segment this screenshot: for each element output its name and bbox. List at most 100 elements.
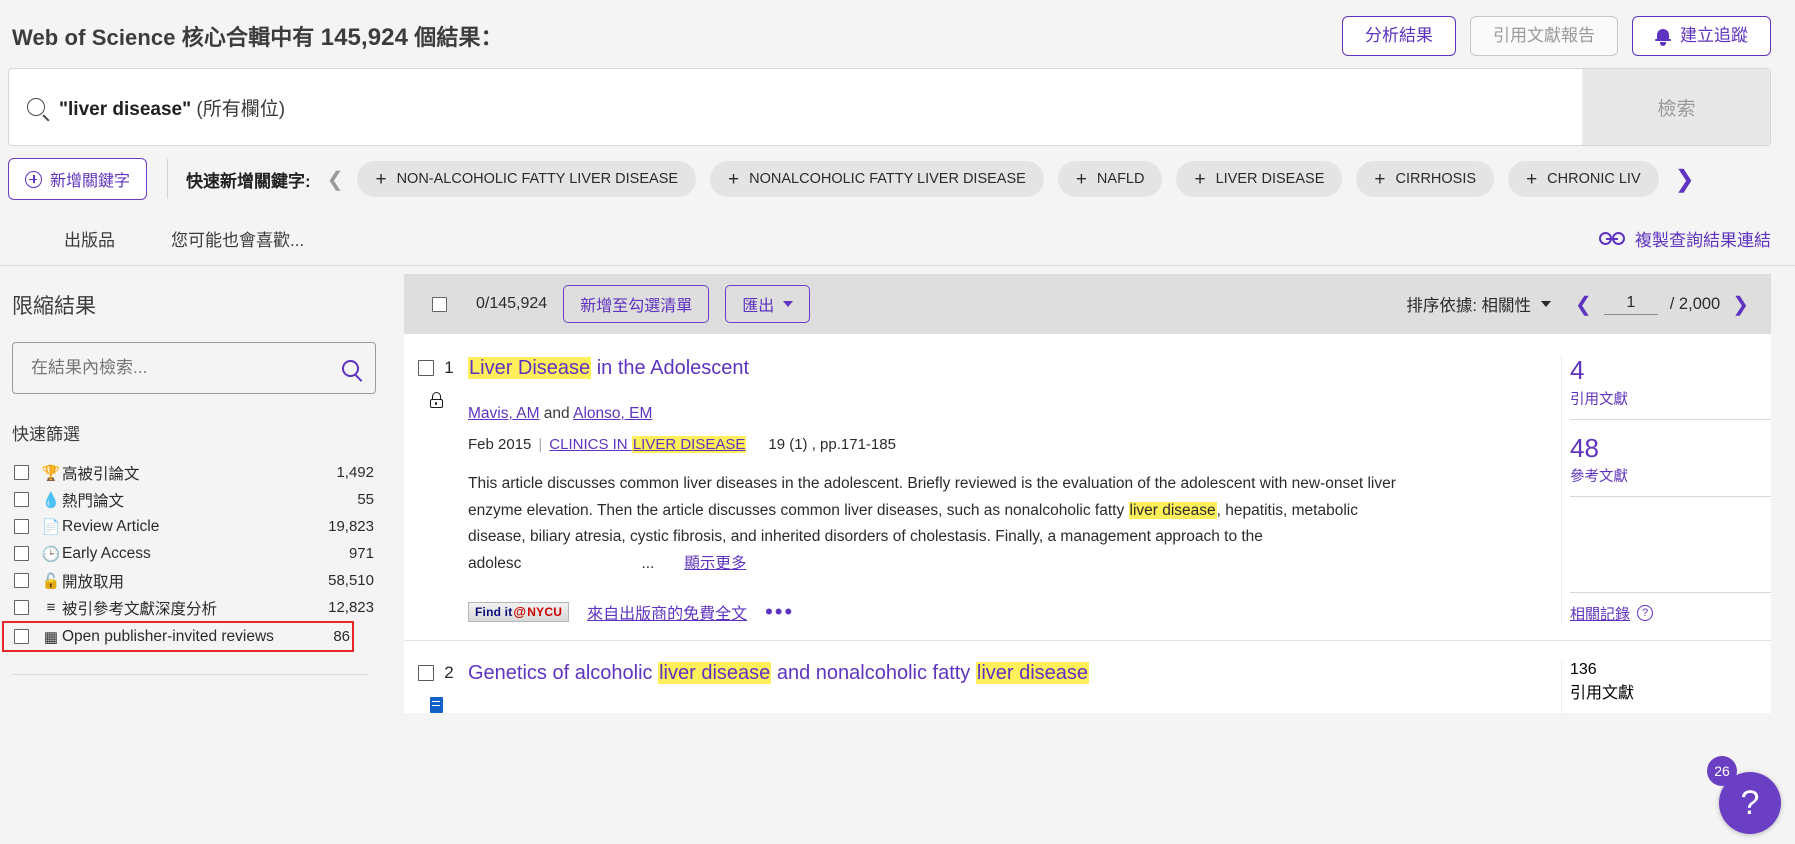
page-number-input[interactable] <box>1603 293 1658 315</box>
checkbox[interactable] <box>14 519 29 534</box>
citations-count[interactable]: 136 <box>1570 661 1771 679</box>
record-actions: Find it @ NYCU 來自出版商的免費全文 ••• <box>468 600 1535 624</box>
filter-count: 12,823 <box>328 599 374 616</box>
record-title-link[interactable]: Genetics of alcoholic liver disease and … <box>468 661 1535 686</box>
export-button[interactable]: 匯出 <box>725 285 811 323</box>
page-body: 限縮結果 快速篩選 🏆 高被引論文 1,492 💧 熱門論文 55 <box>0 266 1795 820</box>
references-label[interactable]: 參考文獻 <box>1570 465 1771 486</box>
next-page-icon[interactable]: ❯ <box>1732 292 1749 317</box>
result-count: 145,924 <box>320 24 409 51</box>
journal-link[interactable]: CLINICS IN LIVER DISEASE <box>549 436 747 453</box>
analyze-results-button[interactable]: 分析結果 <box>1342 15 1456 57</box>
filter-highly-cited-papers[interactable]: 🏆 高被引論文 1,492 <box>12 459 376 486</box>
toolbar-right: 排序依據: 相關性 ❮ / 2,000 ❯ <box>1406 292 1749 317</box>
checkbox[interactable] <box>14 573 29 588</box>
citations-label[interactable]: 引用文獻 <box>1570 388 1771 409</box>
keyword-chip[interactable]: + CHRONIC LIV <box>1508 161 1659 197</box>
at-icon: @ <box>513 604 527 620</box>
record-main: Liver Disease in the Adolescent Mavis, A… <box>468 356 1561 624</box>
add-to-marked-list-button[interactable]: 新增至勾選清單 <box>563 285 710 323</box>
citations-label[interactable]: 引用文獻 <box>1570 679 1771 703</box>
findit-label: Find it <box>475 604 513 619</box>
keyword-chip[interactable]: + NONALCOHOLIC FATTY LIVER DISEASE <box>710 161 1044 197</box>
filter-enriched-cited-references[interactable]: ≡ 被引參考文獻深度分析 12,823 <box>12 594 376 621</box>
record-title-link[interactable]: Liver Disease in the Adolescent <box>468 356 1535 381</box>
checkbox[interactable] <box>14 600 29 615</box>
record-authors: Mavis, AM and Alonso, EM <box>468 405 1535 423</box>
free-full-text-link[interactable]: 來自出版商的免費全文 <box>587 600 747 624</box>
select-all-checkbox[interactable] <box>432 296 447 312</box>
document-icon <box>429 696 443 713</box>
record-left-column: 1 <box>404 356 468 624</box>
filter-label: Open publisher-invited reviews <box>62 627 274 645</box>
record-title-highlight: liver disease <box>975 661 1090 684</box>
search-input[interactable]: "liver disease" (所有欄位) <box>9 69 1582 145</box>
chips-scroll-left-icon[interactable]: ❮ <box>327 167 344 192</box>
link-icon <box>1599 232 1625 245</box>
author-link[interactable]: Mavis, AM <box>468 405 539 422</box>
quick-filter-list: 🏆 高被引論文 1,492 💧 熱門論文 55 📄 Review Article… <box>2 459 376 652</box>
tab-publications[interactable]: 出版品 <box>64 226 115 265</box>
citation-report-button[interactable]: 引用文獻報告 <box>1470 15 1618 57</box>
checkbox[interactable] <box>14 465 29 480</box>
help-icon[interactable]: ? <box>1637 605 1654 622</box>
sort-dropdown[interactable]: 排序依據: 相關性 <box>1406 292 1551 316</box>
references-count[interactable]: 48 <box>1570 433 1771 463</box>
chips-scroll-right-icon[interactable]: ❯ <box>1675 165 1695 194</box>
author-link[interactable]: Alonso, EM <box>573 405 652 422</box>
filter-label: 開放取用 <box>62 573 125 591</box>
checkbox[interactable] <box>14 629 29 644</box>
related-records-link[interactable]: 相關記錄 <box>1570 603 1630 624</box>
keyword-chip[interactable]: + LIVER DISEASE <box>1176 161 1343 197</box>
record-title-highlight: liver disease <box>658 661 772 684</box>
abstract-ellipsis: ... <box>641 554 655 572</box>
flame-icon: 💧 <box>41 491 61 509</box>
filter-review-article[interactable]: 📄 Review Article 19,823 <box>12 513 376 540</box>
keyword-chip[interactable]: + NAFLD <box>1057 161 1163 197</box>
record-checkbox[interactable] <box>418 360 435 376</box>
refine-search-box[interactable] <box>12 342 376 394</box>
keyword-chip[interactable]: + CIRRHOSIS <box>1356 161 1495 197</box>
previous-page-icon[interactable]: ❮ <box>1575 292 1592 317</box>
record-title-highlight: Liver Disease <box>468 357 592 379</box>
checkbox[interactable] <box>14 546 29 561</box>
open-lock-icon: 🔓 <box>41 572 61 590</box>
checkbox[interactable] <box>14 492 29 507</box>
filter-early-access[interactable]: 🕒 Early Access 971 <box>12 540 376 567</box>
search-submit-button[interactable]: 檢索 <box>1582 69 1770 145</box>
refine-search-input[interactable] <box>29 357 342 379</box>
filter-label: 高被引論文 <box>62 465 140 483</box>
find-it-at-nycu-button[interactable]: Find it @ NYCU <box>468 601 570 622</box>
search-query-field: (所有欄位) <box>191 98 286 120</box>
tab-you-may-also-like[interactable]: 您可能也會喜歡... <box>171 226 304 265</box>
clock-icon: 🕒 <box>41 545 61 563</box>
search-bar[interactable]: "liver disease" (所有欄位) 檢索 <box>8 68 1771 146</box>
filter-open-publisher-invited-reviews[interactable]: ▦ Open publisher-invited reviews 86 <box>2 621 354 652</box>
filter-label: 被引參考文獻深度分析 <box>62 600 218 618</box>
keyword-suggestions-row: 新增關鍵字 快速新增關鍵字: ❮ + NON-ALCOHOLIC FATTY LI… <box>0 146 1795 212</box>
result-count-suffix: 個結果： <box>408 25 503 50</box>
search-icon <box>27 98 45 116</box>
bell-icon <box>1655 28 1671 46</box>
author-join: and <box>539 405 574 422</box>
enriched-cited-references-icon: ≡ <box>46 599 56 616</box>
copy-query-link-button[interactable]: 複製查詢結果連結 <box>1599 226 1771 265</box>
search-icon[interactable] <box>342 359 359 377</box>
record-checkbox[interactable] <box>418 664 435 681</box>
filter-hot-papers[interactable]: 💧 熱門論文 55 <box>12 486 376 513</box>
show-more-link[interactable]: 顯示更多 <box>684 555 746 572</box>
add-keyword-button[interactable]: 新增關鍵字 <box>8 158 148 200</box>
result-record: 2 Genetics of alcoholic liver disease an… <box>404 640 1771 713</box>
create-alert-button[interactable]: 建立追蹤 <box>1632 15 1771 57</box>
filter-label: Review Article <box>62 517 160 535</box>
open-lock-icon <box>429 392 443 408</box>
more-options-icon[interactable]: ••• <box>765 601 794 623</box>
record-title-rest: in the Adolescent <box>591 357 750 379</box>
plus-icon: + <box>1194 168 1206 190</box>
filter-open-access[interactable]: 🔓 開放取用 58,510 <box>12 567 376 594</box>
keyword-chip[interactable]: + NON-ALCOHOLIC FATTY LIVER DISEASE <box>357 161 697 197</box>
keyword-chip-label: NON-ALCOHOLIC FATTY LIVER DISEASE <box>396 171 679 187</box>
citations-count[interactable]: 4 <box>1570 356 1771 385</box>
plus-icon: + <box>1075 168 1087 190</box>
filter-count: 86 <box>333 628 350 645</box>
